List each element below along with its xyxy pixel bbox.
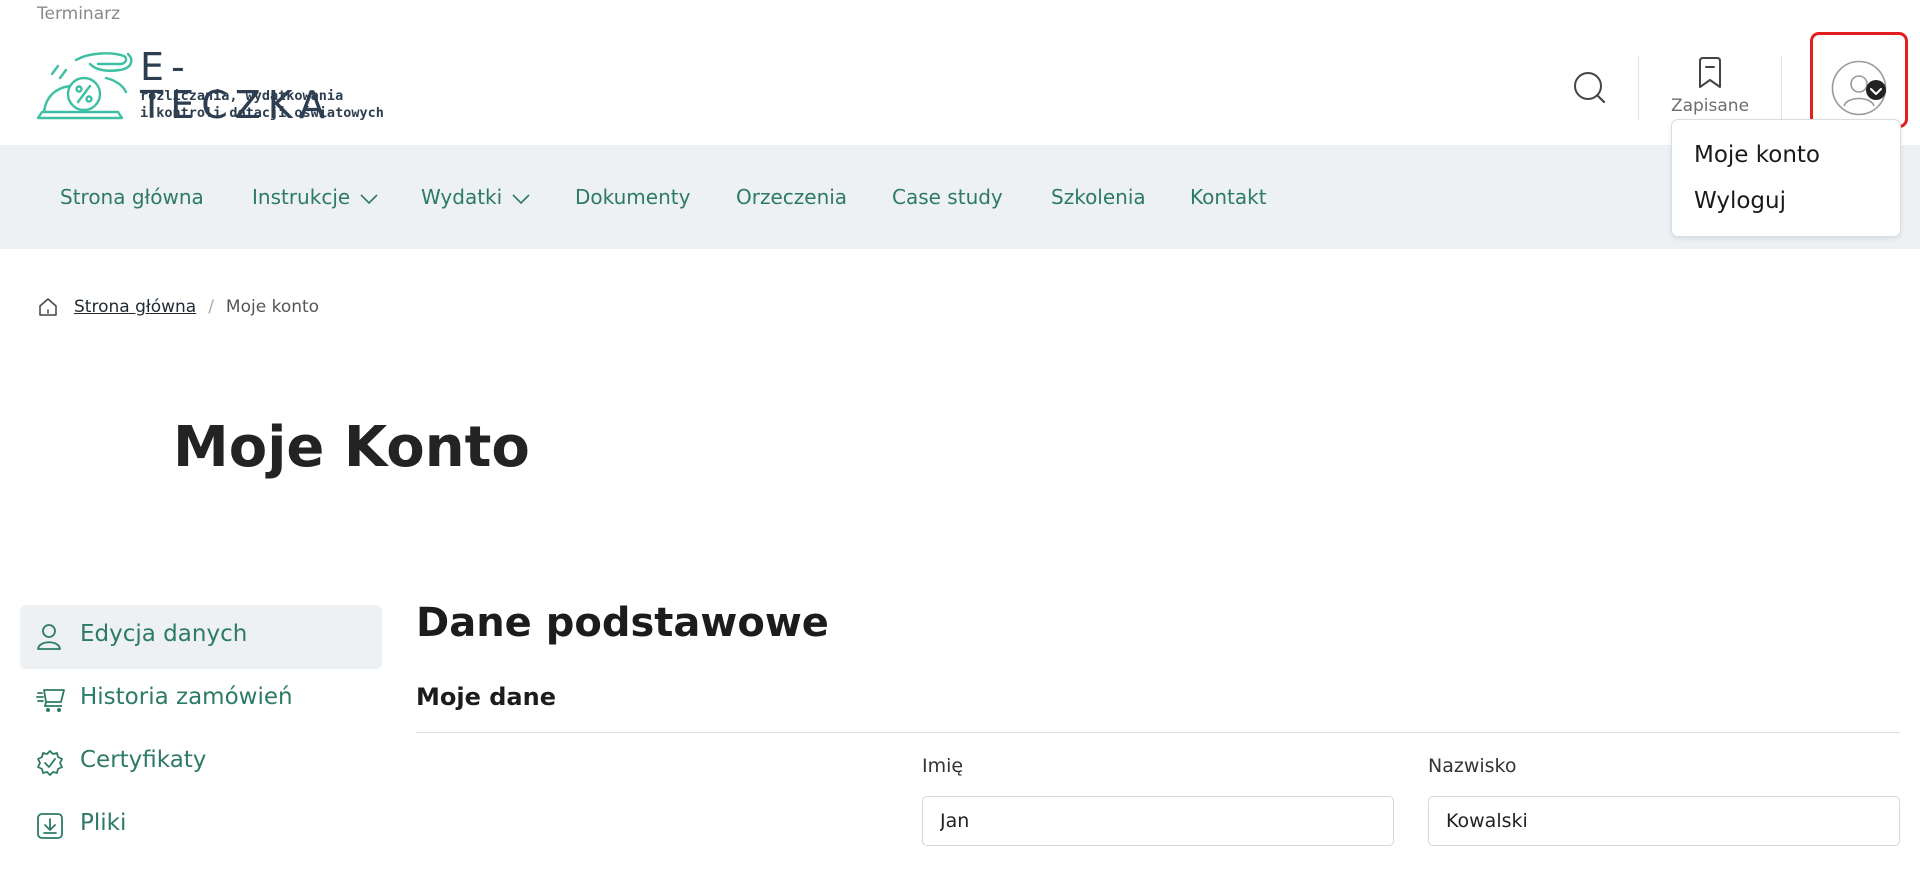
sidebar-item-certyfikaty[interactable]: Certyfikaty [20, 731, 382, 795]
nav-item-orzeczenia[interactable]: Orzeczenia [736, 185, 847, 209]
nav-item-kontakt[interactable]: Kontakt [1190, 185, 1267, 209]
user-icon [37, 624, 61, 650]
sidebar-item-pliki[interactable]: Pliki [20, 794, 382, 858]
subsection-title: Moje dane [416, 683, 556, 711]
nav-item-dokumenty[interactable]: Dokumenty [575, 185, 690, 209]
last-name-label: Nazwisko [1428, 755, 1517, 777]
chevron-down-icon [360, 193, 378, 204]
section-divider [416, 732, 1900, 733]
chevron-down-icon [512, 193, 530, 204]
account-dropdown-menu: Moje konto Wyloguj [1671, 119, 1901, 237]
saved-label: Zapisane [1670, 96, 1750, 116]
sidebar-item-label: Historia zamówień [80, 684, 293, 710]
nav-item-instrukcje[interactable]: Instrukcje [252, 185, 378, 209]
section-title: Dane podstawowe [416, 600, 829, 646]
nav-item-strona-glowna[interactable]: Strona główna [60, 185, 204, 209]
certificate-icon [37, 750, 63, 776]
logo-hand-percent-icon [36, 52, 133, 120]
sidebar-item-label: Pliki [80, 810, 127, 836]
sidebar-item-label: Certyfikaty [80, 747, 207, 773]
last-name-input[interactable] [1428, 796, 1900, 846]
breadcrumb-current: Moje konto [225, 297, 320, 317]
download-icon [37, 813, 63, 839]
page-title: Moje Konto [173, 415, 530, 480]
user-avatar-icon [1831, 60, 1887, 116]
menu-item-moje-konto[interactable]: Moje konto [1694, 142, 1820, 168]
logo-tagline-1: rozliczania, wydatkowania [140, 88, 344, 104]
header-divider [1781, 56, 1782, 120]
breadcrumb-home-link[interactable]: Strona główna [74, 297, 196, 317]
search-icon [1574, 72, 1606, 104]
cart-icon [36, 689, 65, 712]
logo-tagline-2: i kontroli dotacji oświatowych [140, 105, 384, 121]
first-name-label: Imię [922, 755, 964, 777]
saved-button[interactable]: Zapisane [1665, 56, 1755, 120]
main-navigation: Strona główna Instrukcje Wydatki Dokumen… [0, 145, 1920, 249]
sidebar-item-edycja-danych[interactable]: Edycja danych [20, 605, 382, 669]
bookmark-icon [1699, 57, 1721, 88]
site-logo[interactable]: E-TECZKA rozliczania, wydatkowania i kon… [36, 48, 384, 126]
breadcrumb-separator: / [208, 297, 214, 317]
sidebar-item-label: Edycja danych [80, 621, 248, 647]
header-divider [1638, 56, 1639, 120]
menu-item-wyloguj[interactable]: Wyloguj [1694, 188, 1786, 214]
nav-item-case-study[interactable]: Case study [892, 185, 1003, 209]
account-menu-button[interactable] [1810, 32, 1908, 128]
first-name-input[interactable] [922, 796, 1394, 846]
home-icon[interactable] [37, 296, 59, 318]
breadcrumb: Strona główna / Moje konto [37, 295, 319, 319]
nav-item-wydatki[interactable]: Wydatki [421, 185, 530, 209]
terminarz-link[interactable]: Terminarz [37, 4, 120, 24]
search-button[interactable] [1572, 70, 1608, 106]
nav-item-szkolenia[interactable]: Szkolenia [1051, 185, 1146, 209]
sidebar-item-historia-zamowien[interactable]: Historia zamówień [20, 668, 382, 732]
